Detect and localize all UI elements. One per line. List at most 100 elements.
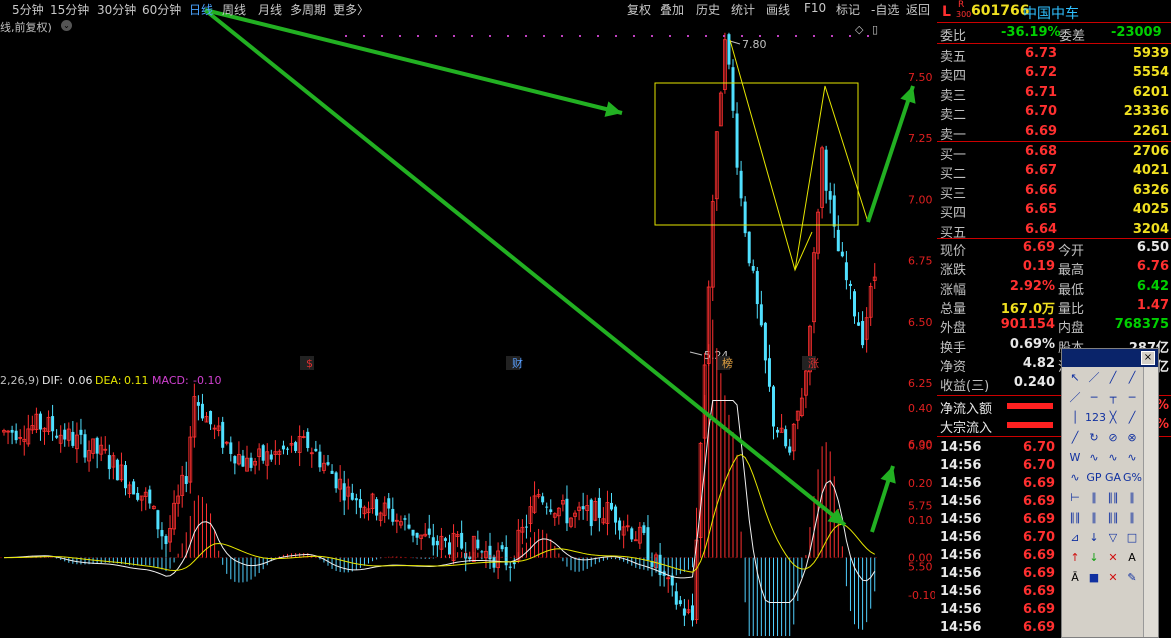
chevron-down-icon[interactable]: ⌄ <box>61 20 72 31</box>
tick-time: 14:56 <box>940 476 982 491</box>
candle-body <box>132 481 136 495</box>
tab-4[interactable]: 日线 <box>189 1 213 18</box>
drawing-tool-1[interactable]: ／ <box>1085 370 1103 386</box>
drawing-tool-21[interactable]: GP <box>1085 470 1103 486</box>
toolbar-button-0[interactable]: 复权 <box>627 1 651 18</box>
drawing-tool-31[interactable]: ∥ <box>1123 510 1141 526</box>
candle-body <box>678 600 682 605</box>
candle-body <box>443 538 447 541</box>
drawing-tool-42[interactable]: ✕ <box>1104 570 1122 586</box>
event-dot <box>687 35 689 37</box>
drawing-tool-11[interactable]: ╱ <box>1123 410 1141 426</box>
drawing-tool-27[interactable]: ∥ <box>1123 490 1141 506</box>
macd-axis-label: 0.40 <box>908 402 933 415</box>
drawing-tool-36[interactable]: ↑ <box>1066 550 1084 566</box>
event-dot <box>849 35 851 37</box>
drawing-tool-30[interactable]: ∥∥ <box>1104 510 1122 526</box>
stat-label: 外盘 <box>940 321 967 337</box>
drawing-tool-32[interactable]: ⊿ <box>1066 530 1084 546</box>
tab-8[interactable]: 更多〉 <box>333 1 369 18</box>
toolbox-titlebar[interactable]: × <box>1062 349 1158 367</box>
drawing-tool-37[interactable]: ↓ <box>1085 550 1103 566</box>
drawing-tool-40[interactable]: Ā <box>1066 570 1084 586</box>
drawing-tool-5[interactable]: ─ <box>1085 390 1103 406</box>
tab-5[interactable]: 周线 <box>222 1 246 18</box>
event-dot <box>435 35 437 37</box>
drawing-tool-19[interactable]: ∿ <box>1123 450 1141 466</box>
drawing-tool-16[interactable]: W <box>1066 450 1084 466</box>
tick-time: 14:56 <box>940 566 982 581</box>
drawing-tool-22[interactable]: GA <box>1104 470 1122 486</box>
tick-time: 14:56 <box>940 602 982 617</box>
candle-body <box>387 498 391 509</box>
tab-6[interactable]: 月线 <box>258 1 282 18</box>
candle-body <box>836 229 840 252</box>
drawing-tool-18[interactable]: ∿ <box>1104 450 1122 466</box>
toolbar-button-8[interactable]: 返回 <box>906 1 930 18</box>
drawing-tool-6[interactable]: ┬ <box>1104 390 1122 406</box>
drawing-tool-24[interactable]: ⊢ <box>1066 490 1084 506</box>
candle-body <box>375 499 379 516</box>
drawing-tool-0[interactable]: ↖ <box>1066 370 1084 386</box>
candle-body <box>354 498 358 501</box>
drawing-tool-4[interactable]: ／ <box>1066 390 1084 406</box>
candle-body <box>857 322 861 326</box>
toolbar-button-3[interactable]: 统计 <box>731 1 755 18</box>
bid-price: 6.67 <box>1025 163 1058 179</box>
drawing-tool-39[interactable]: A <box>1123 550 1141 566</box>
stat-label: 今开 <box>1058 244 1085 259</box>
tab-2[interactable]: 30分钟 <box>97 1 136 18</box>
drawing-tool-25[interactable]: ∥ <box>1085 490 1103 506</box>
drawing-tool-13[interactable]: ↻ <box>1085 430 1103 446</box>
drawing-tool-34[interactable]: ▽ <box>1104 530 1122 546</box>
drawing-tool-33[interactable]: ↓ <box>1085 530 1103 546</box>
event-dot <box>453 35 455 37</box>
drawing-tool-29[interactable]: ∥ <box>1085 510 1103 526</box>
toolbar-button-4[interactable]: 画线 <box>766 1 790 18</box>
candle-body <box>751 266 755 271</box>
drawing-tool-17[interactable]: ∿ <box>1085 450 1103 466</box>
bid-price: 6.68 <box>1025 144 1058 159</box>
toolbar-button-6[interactable]: 标记 <box>836 1 860 18</box>
drawing-tool-8[interactable]: │ <box>1066 410 1084 426</box>
drawing-tool-20[interactable]: ∿ <box>1066 470 1084 486</box>
drawing-tool-43[interactable]: ✎ <box>1123 570 1141 586</box>
candle-body <box>788 446 792 453</box>
tab-0[interactable]: 5分钟 <box>12 1 44 18</box>
close-icon[interactable]: × <box>1141 351 1155 365</box>
tab-3[interactable]: 60分钟 <box>142 1 181 18</box>
drawing-tool-12[interactable]: ╱ <box>1066 430 1084 446</box>
candle-body <box>840 251 844 257</box>
candle-body <box>10 429 14 433</box>
drawing-tool-3[interactable]: ╱ <box>1123 370 1141 386</box>
drawing-tool-38[interactable]: ✕ <box>1104 550 1122 566</box>
toolbar-button-7[interactable]: -自选 <box>871 1 899 18</box>
macd-axis-label: 0.20 <box>908 477 933 490</box>
bid-price: 6.66 <box>1025 182 1058 198</box>
drawing-toolbox[interactable]: × ↖ ／ ╱ ╱ ／ ─ ┬ ─ │ 123 ╳ ╱ ╱ ↻ ⊘ ⊗ W ∿ ∿ ∿ ∿ GP GA G% ⊢ ∥ ∥∥ ∥ ∥∥ ∥ ∥… <box>1061 348 1159 638</box>
stock-type-letter: L <box>942 4 951 20</box>
drawing-tool-26[interactable]: ∥∥ <box>1104 490 1122 506</box>
drawing-tool-15[interactable]: ⊗ <box>1123 430 1141 446</box>
toolbar-button-2[interactable]: 历史 <box>696 1 720 18</box>
drawing-tool-14[interactable]: ⊘ <box>1104 430 1122 446</box>
drawing-tool-9[interactable]: 123 <box>1085 410 1106 426</box>
drawing-tool-7[interactable]: ─ <box>1123 390 1141 406</box>
candle-body <box>160 530 164 537</box>
drawing-tool-23[interactable]: G% <box>1123 470 1142 486</box>
drawing-tool-2[interactable]: ╱ <box>1104 370 1122 386</box>
toolbar-button-5[interactable]: F10 <box>804 1 826 15</box>
drawing-tool-35[interactable]: □ <box>1123 530 1141 546</box>
kline-chart[interactable]: 7.507.257.006.756.506.256.005.755.500.40… <box>0 0 935 636</box>
toolbar-button-1[interactable]: 叠加 <box>660 1 684 18</box>
event-dot <box>669 35 671 37</box>
divider <box>937 238 1171 239</box>
toolbox-scrollbar[interactable] <box>1143 367 1158 637</box>
tab-1[interactable]: 15分钟 <box>50 1 89 18</box>
tab-7[interactable]: 多周期 <box>290 1 326 18</box>
flow-bar <box>1007 422 1053 428</box>
drawing-tool-10[interactable]: ╳ <box>1104 410 1122 426</box>
candle-body <box>281 445 285 450</box>
drawing-tool-41[interactable]: ■ <box>1085 570 1103 586</box>
drawing-tool-28[interactable]: ∥∥ <box>1066 510 1084 526</box>
